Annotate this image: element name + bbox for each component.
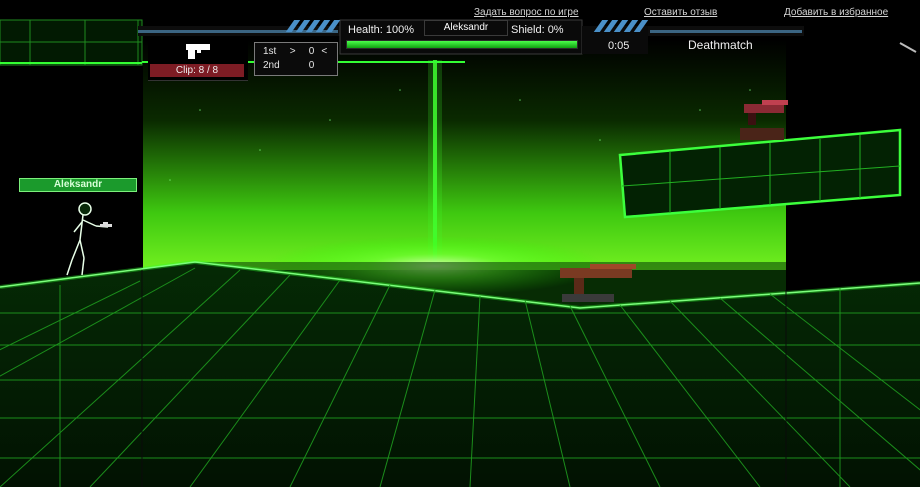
leave-review-link[interactable]: Оставить отзыв (644, 7, 717, 18)
shield-label: Shield: 0% (511, 24, 564, 36)
player-name-plate: Aleksandr (424, 20, 508, 36)
clip-counter: Clip: 8 / 8 (150, 64, 244, 77)
scoreboard-end-marker: < (321, 46, 328, 57)
pistol-icon (186, 44, 210, 59)
hud-stripes-right (593, 20, 649, 32)
ask-question-link[interactable]: Задать вопрос по игре (474, 7, 579, 18)
player-name-tag: Aleksandr (19, 178, 137, 192)
health-label: Health: 100% (348, 24, 415, 36)
health-bar (346, 40, 578, 49)
game-mode: Deathmatch (688, 38, 753, 52)
scoreboard-score: 0 (308, 46, 315, 57)
scoreboard-row: 2nd 0 (263, 60, 321, 71)
scoreboard: 1st > 0 < 2nd 0 (254, 42, 338, 76)
health-bar-fill (347, 41, 577, 48)
scoreboard-marker: > (289, 46, 296, 57)
scoreboard-place: 2nd (263, 60, 280, 71)
scoreboard-score: 0 (308, 60, 315, 71)
match-timer: 0:05 (608, 40, 630, 52)
scoreboard-place: 1st (263, 46, 277, 57)
scoreboard-row: 1st > 0 < (263, 46, 327, 57)
hud-stripes-left (285, 20, 341, 32)
add-favorite-link[interactable]: Добавить в избранное (784, 7, 888, 18)
game-scene (0, 19, 920, 487)
